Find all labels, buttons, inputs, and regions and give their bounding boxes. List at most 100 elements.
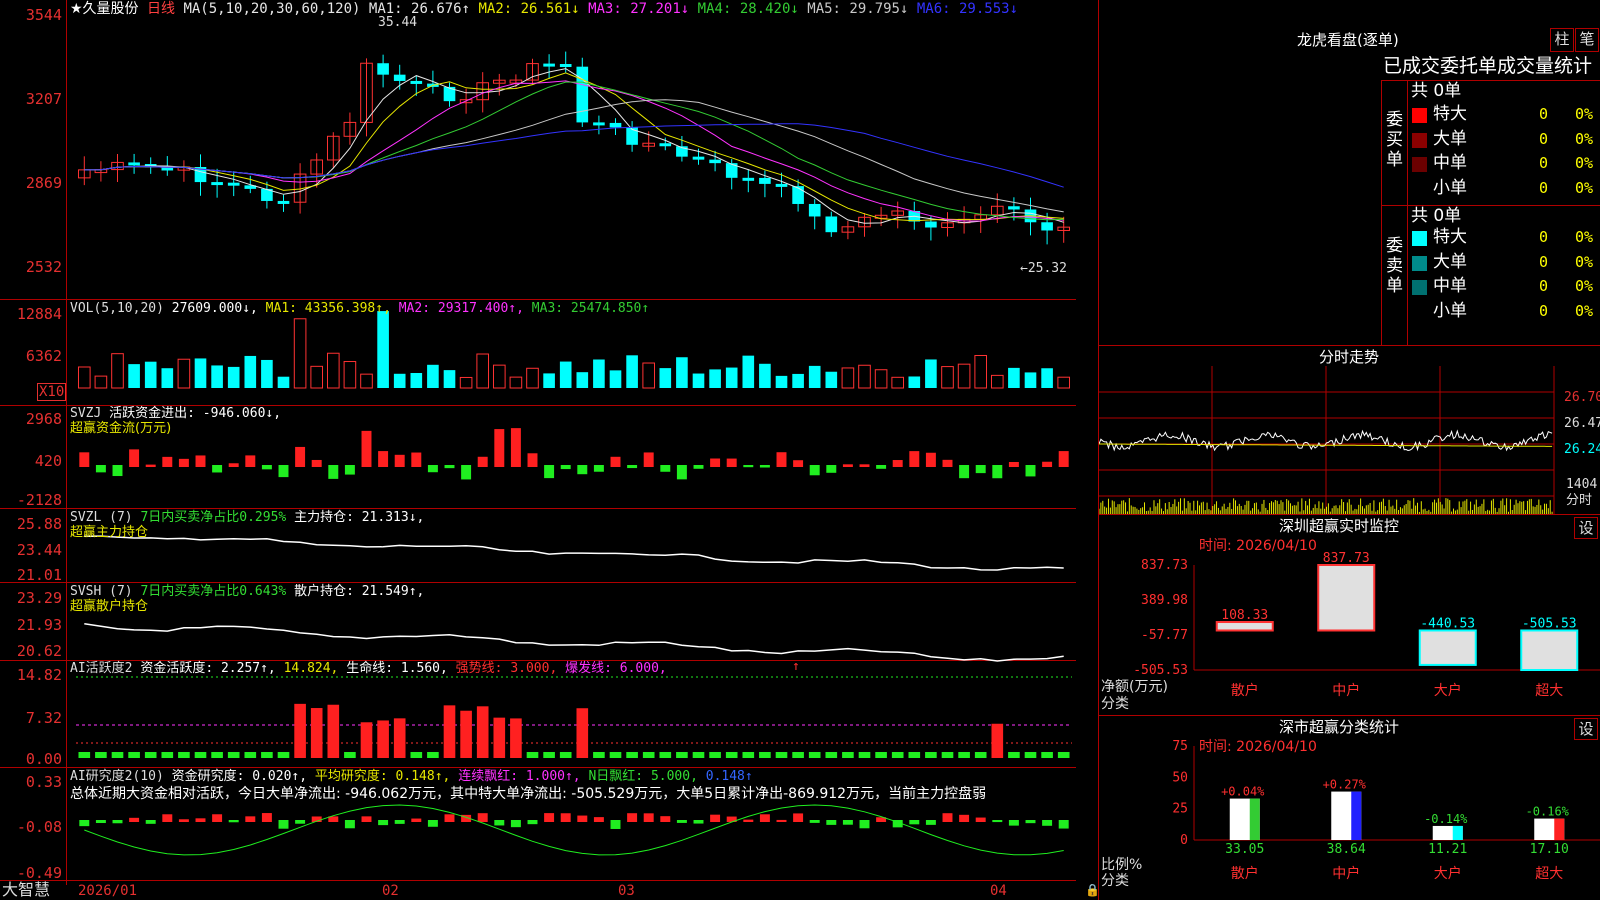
svzj-bar [178,458,189,467]
svzj-bar [793,460,804,467]
ai-research-bar [162,814,173,822]
ai-active-bar [460,710,472,758]
ma-param-label: MA(5,10,20,30,60,120) [183,1,361,17]
svzl-desc: 7日内买卖净占比0.295% [140,510,287,525]
ai-active-bar [476,706,489,758]
stock-name[interactable]: ★久量股份 [70,1,139,17]
ai-active-bar [875,752,887,758]
kline-chart[interactable] [0,0,1076,900]
svzj-bar [776,452,787,467]
ai-active-bar [742,752,755,758]
ai-research-nday: N日飘红: 5.000, [588,769,698,784]
vol-bar [227,366,240,388]
ai-active-bar [642,752,655,758]
monitor-bar-chart[interactable]: 837.73 389.98 -57.77 -505.53 108.33 散户 837.73 中… [1099,515,1600,715]
period-label[interactable]: 日线 [147,1,175,17]
svsh-line [84,622,1064,662]
classify-tick-label: 50 [1172,770,1188,785]
ai-research-bar [1025,820,1036,824]
ai-research-bar [1008,820,1019,826]
x-axis-label: 03 [618,883,635,899]
ai-active-bar [227,752,240,758]
ai-active-bar [842,752,854,758]
svzj-bar [378,451,389,467]
svzj-bar [743,465,754,468]
row-name: 中单 [1433,276,1467,296]
ai-research-tail: 0.148↑ [705,769,753,784]
row-name: 小单 [1433,300,1467,321]
svzj-bar [361,430,372,467]
svzl-line [84,535,1064,571]
ai-research-label: AI研究度2(10) [70,769,164,784]
classify-pct-label: -0.14% [1424,812,1468,826]
candle-body [393,74,406,81]
intraday-panel[interactable]: 分时走势 26.70 26.47 26.24 1404 分时 [1099,346,1600,514]
svzj-bar [959,465,970,479]
vol-bar [326,352,340,389]
ai-research-bar [826,820,837,825]
vol-bar [128,364,140,388]
ai-research-bar [676,820,687,823]
ai-active-arrow: ↑ [792,659,800,674]
svzj-bar [95,465,106,473]
main-chart-area[interactable]: 3544 3207 2869 2532 12884 6362 X10 2968 … [0,0,1100,900]
classify-bar-accent [1351,791,1362,840]
vol-bar [211,365,223,388]
vol-bar [111,353,124,389]
ai-research-bar [643,813,654,822]
ai-active-bar [593,752,605,758]
candle-body [692,156,705,160]
ai-active-bar [543,752,555,758]
vol-bar [593,359,605,388]
svzj-bar [676,465,687,480]
ai-research-bar [527,820,538,825]
classify-category-label: 大户 [1434,865,1462,882]
ai-active-label: AI活跃度2 [70,661,133,676]
tick-mode-button[interactable]: 笔 [1575,28,1599,52]
vol-ma2: MA2: 29317.400↑, [398,301,524,316]
row-percent: 0% [1575,105,1594,123]
intraday-chart[interactable] [1099,346,1600,514]
svzj-bar [328,465,339,479]
monitor-bar [1317,564,1376,632]
bar-mode-button[interactable]: 柱 [1550,28,1574,52]
realtime-monitor-panel[interactable]: 深圳超赢实时监控 设 时间: 2026/04/10 837.73 389.98 -5… [1099,515,1600,715]
vol-bar [825,371,838,388]
ai-research-bar [793,813,804,822]
ai-research-summary: 总体近期大资金相对活跃，今日大单净流出: -946.062万元，其中特大单净流出… [70,786,987,802]
ai-research-bar [842,820,853,825]
candle-body [709,159,721,164]
row-percent: 0% [1575,277,1594,295]
ai-research-bar [145,820,156,824]
classify-bar-chart[interactable]: 75 50 25 0 +0.04% 33.05 散户 +0.27% 38.64 中户 -0.14% 1… [1099,716,1600,900]
vol-bar [94,375,108,389]
vol-bar [858,364,871,389]
svzj-bar [427,465,438,473]
buy-row-1: 大单 0 0% [1099,129,1600,151]
classification-panel[interactable]: 深市超赢分类统计 设 时间: 2026/04/10 75 50 25 0 +0.04% 3… [1099,716,1600,900]
vol-bar [509,376,523,389]
vol-bar [492,364,506,389]
ai-active-bar [559,752,572,758]
ai-active-bar [676,752,688,758]
svzj-bar [660,465,671,472]
monitor-x-title: 分类 [1101,696,1129,712]
vol-bar [77,366,91,389]
row-name: 中单 [1433,153,1467,173]
ai-active-strong: 强势线: 3.000, [455,661,558,676]
svzj-bar [477,456,488,467]
ai-active-bar [925,752,937,758]
vol-bar [974,354,988,389]
ai-research-bar [610,820,621,829]
ai-active-bar [194,752,207,758]
ai-active-bar [310,708,323,758]
ai-active-bar [327,704,340,758]
ma-line-4 [84,81,1064,221]
candle-body [609,122,622,128]
vol-bar [792,373,804,388]
ai-research-avg: 平均研究度: 0.148↑, [314,769,451,784]
svzj-bar [726,458,737,467]
vol-bar [1024,372,1037,388]
monitor-bar [1520,629,1579,671]
svzj-bar [876,465,887,469]
